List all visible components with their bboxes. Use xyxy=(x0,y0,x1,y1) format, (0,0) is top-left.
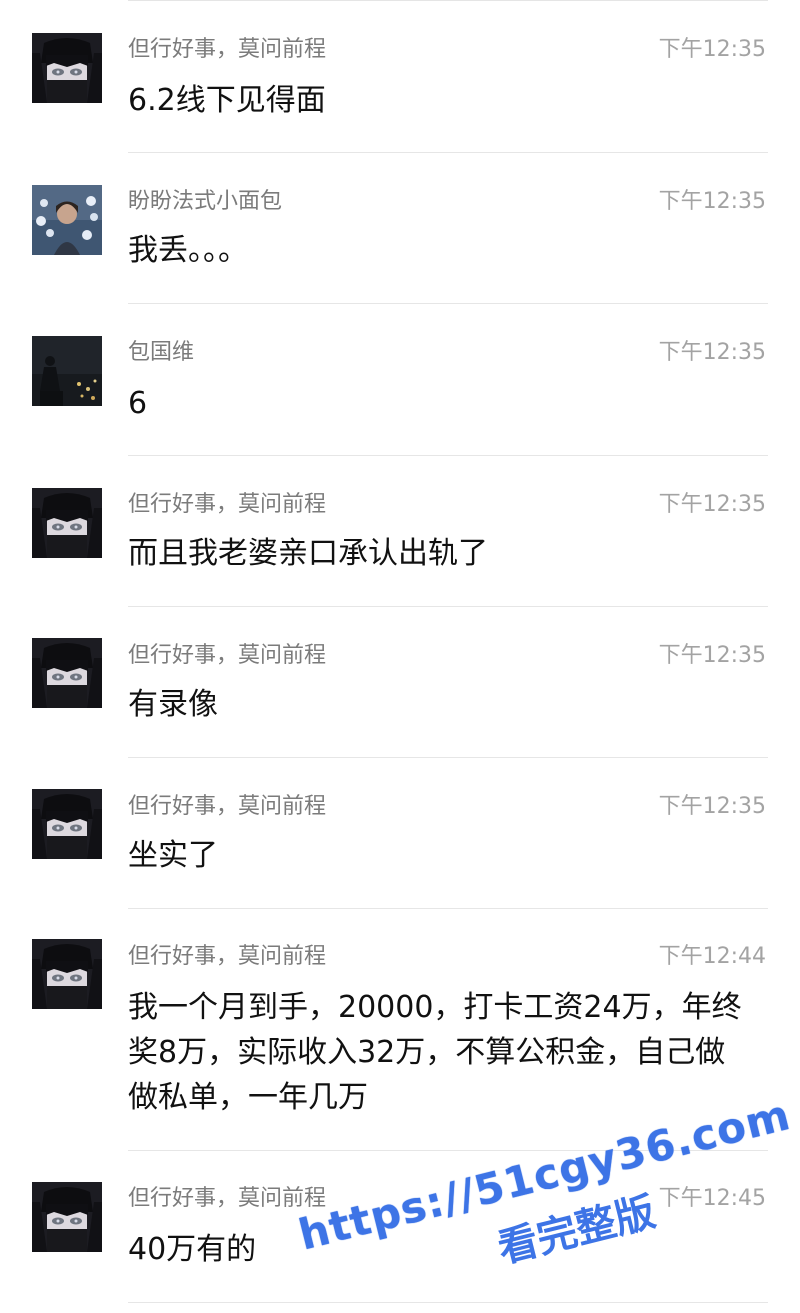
message-text: 我丢。。。 xyxy=(128,233,248,268)
anime-girl-avatar-icon xyxy=(32,488,102,558)
message-text: 而且我老婆亲口承认出轨了 xyxy=(128,536,488,571)
avatar[interactable] xyxy=(32,638,102,708)
message-time: 下午12:35 xyxy=(658,794,766,819)
message-text: 我一个月到手，20000，打卡工资24万，年终奖8万，实际收入32万，不算公积金… xyxy=(128,990,742,1115)
chat-message-list: 但行好事，莫问前程 下午12:35 6.2线下见得面 盼盼法式小面包 下午12:… xyxy=(0,0,800,1313)
message-text: 6.2线下见得面 xyxy=(128,83,326,118)
sender-name: 但行好事，莫问前程 xyxy=(128,794,327,819)
message-time: 下午12:35 xyxy=(658,37,766,62)
message-time: 下午12:35 xyxy=(658,492,766,517)
night-city-avatar-icon xyxy=(32,336,102,406)
message-text: 6 xyxy=(128,386,148,421)
message-time: 下午12:35 xyxy=(658,340,766,365)
avatar[interactable] xyxy=(32,488,102,558)
sender-name: 但行好事，莫问前程 xyxy=(128,643,327,668)
message-text: 坐实了 xyxy=(128,838,218,873)
sender-name: 但行好事，莫问前程 xyxy=(128,492,327,517)
message-time: 下午12:44 xyxy=(658,944,766,969)
sender-name: 但行好事，莫问前程 xyxy=(128,37,327,62)
sender-name: 包国维 xyxy=(128,340,195,365)
message-item[interactable]: 但行好事，莫问前程 下午12:35 而且我老婆亲口承认出轨了 xyxy=(0,455,800,606)
message-divider xyxy=(128,1302,768,1303)
sender-name: 盼盼法式小面包 xyxy=(128,189,283,214)
avatar[interactable] xyxy=(32,939,102,1009)
avatar[interactable] xyxy=(32,336,102,406)
avatar[interactable] xyxy=(32,1182,102,1252)
anime-girl-avatar-icon xyxy=(32,789,102,859)
message-item[interactable]: 但行好事，莫问前程 下午12:35 6.2线下见得面 xyxy=(0,0,800,152)
message-item[interactable]: 但行好事，莫问前程 下午12:45 40万有的 xyxy=(0,1150,800,1302)
message-item[interactable]: 但行好事，莫问前程 下午12:44 我一个月到手，20000，打卡工资24万，年… xyxy=(0,908,800,1150)
anime-girl-avatar-icon xyxy=(32,638,102,708)
anime-girl-avatar-icon xyxy=(32,33,102,103)
message-item[interactable]: 盼盼法式小面包 下午12:35 我丢。。。 xyxy=(0,152,800,303)
message-time: 下午12:45 xyxy=(658,1186,766,1211)
message-text: 有录像 xyxy=(128,687,218,722)
message-text: 40万有的 xyxy=(128,1232,257,1267)
message-item[interactable]: 包国维 下午12:35 6 xyxy=(0,303,800,455)
message-time: 下午12:35 xyxy=(658,643,766,668)
message-item[interactable]: 但行好事，莫问前程 下午12:35 坐实了 xyxy=(0,757,800,908)
avatar[interactable] xyxy=(32,185,102,255)
sender-name: 但行好事，莫问前程 xyxy=(128,1186,327,1211)
avatar[interactable] xyxy=(32,789,102,859)
anime-girl-avatar-icon xyxy=(32,1182,102,1252)
message-time: 下午12:35 xyxy=(658,189,766,214)
anime-girl-avatar-icon xyxy=(32,939,102,1009)
avatar[interactable] xyxy=(32,33,102,103)
message-item[interactable]: 但行好事，莫问前程 下午12:35 有录像 xyxy=(0,606,800,757)
sender-name: 但行好事，莫问前程 xyxy=(128,944,327,969)
person-flowers-avatar-icon xyxy=(32,185,102,255)
